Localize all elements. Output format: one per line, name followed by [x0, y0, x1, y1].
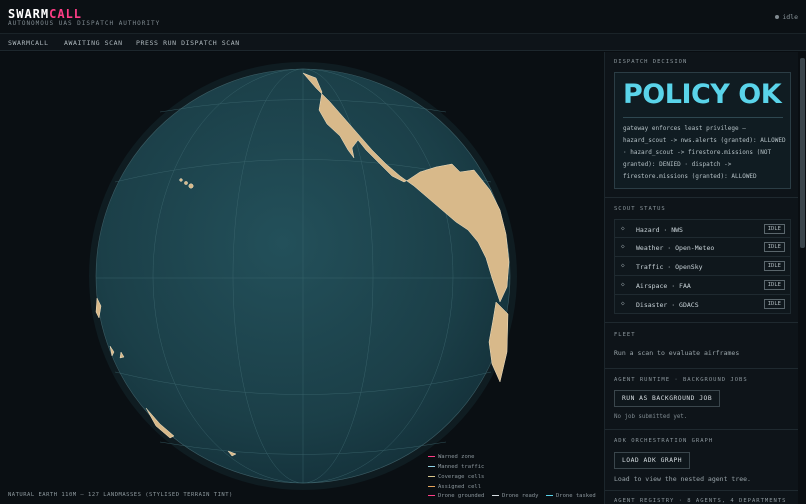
legend-swatch — [428, 455, 435, 458]
legend-manned-traffic: Manned traffic — [428, 464, 484, 470]
scrollbar-thumb[interactable] — [799, 58, 805, 248]
map-caption: NATURAL EARTH 110M — 127 LANDMASSES (STY… — [8, 492, 233, 498]
legend-drone-ready: Drone ready — [492, 493, 538, 499]
logo-call: CALL — [49, 7, 83, 21]
scout-name: Weather · Open-Meteo — [636, 244, 715, 252]
legend-swatch — [492, 494, 499, 497]
app-header: SWARMCALL AUTONOMOUS UAS DISPATCH AUTHOR… — [0, 0, 806, 34]
section-divider — [605, 368, 798, 369]
scout-status-badge: IDLE — [763, 280, 785, 290]
status-bar: SWARMCALL AWAITING SCAN PRESS RUN DISPAT… — [0, 34, 806, 51]
adk-note: Load to view the nested agent tree. — [614, 475, 751, 483]
land-hawaii-1 — [179, 178, 183, 182]
policy-card: POLICY OK gateway enforces least privile… — [614, 72, 791, 189]
scout-name: Hazard · NWS — [636, 226, 683, 234]
diamond-icon: ◇ — [621, 281, 625, 288]
section-divider — [605, 429, 798, 430]
adk-section-title: ADK ORCHESTRATION GRAPH — [614, 438, 714, 444]
status-text: idle — [782, 13, 798, 21]
scout-status-badge: IDLE — [763, 299, 785, 309]
app-logo: SWARMCALL — [8, 7, 82, 21]
diamond-icon: ◇ — [621, 300, 625, 307]
sidebar-scrollbar[interactable] — [798, 52, 806, 504]
policy-divider — [623, 117, 783, 118]
scout-row-airspace[interactable]: ◇ Airspace · FAA IDLE — [614, 276, 791, 295]
legend-swatch — [428, 494, 435, 497]
scout-name: Airspace · FAA — [636, 282, 691, 290]
diamond-icon: ◇ — [621, 262, 625, 269]
legend-coverage-cells: Coverage cells — [428, 474, 484, 480]
section-divider — [605, 197, 798, 198]
legend-swatch — [428, 485, 435, 488]
load-adk-graph-button[interactable]: LOAD ADK GRAPH — [614, 452, 691, 469]
scout-row-hazard[interactable]: ◇ Hazard · NWS IDLE — [614, 219, 791, 238]
scout-list: ◇ Hazard · NWS IDLE ◇ Weather · Open-Met… — [614, 219, 791, 314]
scout-status-badge: IDLE — [763, 242, 785, 252]
run-background-job-button[interactable]: RUN AS BACKGROUND JOB — [614, 390, 721, 407]
legend-swatch — [428, 475, 435, 478]
scout-row-weather[interactable]: ◇ Weather · Open-Meteo IDLE — [614, 238, 791, 257]
status-dot-icon — [775, 15, 780, 19]
scout-section-title: SCOUT STATUS — [614, 206, 666, 212]
legend-swatch — [428, 465, 435, 468]
nav-swarmcall[interactable]: SWARMCALL — [8, 39, 49, 47]
scout-row-disaster[interactable]: ◇ Disaster · GDACS IDLE — [614, 295, 791, 314]
dispatch-section-title: DISPATCH DECISION — [614, 59, 688, 65]
fleet-message: Run a scan to evaluate airframes — [614, 349, 740, 357]
registry-section-title: AGENT REGISTRY · 8 AGENTS, 4 DEPARTMENTS — [614, 498, 787, 504]
globe-map[interactable]: NATURAL EARTH 110M — 127 LANDMASSES (STY… — [0, 52, 604, 504]
scout-status-badge: IDLE — [763, 224, 785, 234]
side-panel[interactable]: DISPATCH DECISION POLICY OK gateway enfo… — [604, 52, 798, 504]
scout-name: Disaster · GDACS — [636, 301, 699, 309]
fleet-section-title: FLEET — [614, 332, 636, 338]
diamond-icon: ◇ — [621, 243, 625, 250]
scout-row-traffic[interactable]: ◇ Traffic · OpenSky IDLE — [614, 257, 791, 276]
land-hawaii-2 — [184, 181, 188, 185]
section-divider — [605, 322, 798, 323]
logo-swarm: SWARM — [8, 7, 50, 21]
policy-verdict: POLICY OK — [623, 79, 782, 110]
runtime-note: No job submitted yet. — [614, 414, 688, 420]
globe-svg[interactable] — [0, 52, 604, 504]
runtime-section-title: AGENT RUNTIME · BACKGROUND JOBS — [614, 377, 748, 383]
legend-swatch — [546, 494, 553, 497]
nav-awaiting-scan: AWAITING SCAN — [64, 39, 123, 47]
app-subtitle: AUTONOMOUS UAS DISPATCH AUTHORITY — [8, 20, 161, 27]
policy-details: gateway enforces least privilege — hazar… — [623, 125, 786, 180]
legend-assigned-cell: Assigned cell — [428, 484, 481, 490]
nav-run-hint: PRESS RUN DISPATCH SCAN — [136, 39, 240, 47]
land-hawaii-3 — [188, 183, 194, 189]
diamond-icon: ◇ — [621, 225, 625, 232]
legend-drone-grounded: Drone grounded — [428, 493, 484, 499]
status-indicator: idle — [775, 13, 798, 21]
section-divider — [605, 490, 798, 491]
scout-status-badge: IDLE — [763, 261, 785, 271]
legend-warned-zone: Warned zone — [428, 454, 474, 460]
legend-drone-tasked: Drone tasked — [546, 493, 596, 499]
scout-name: Traffic · OpenSky — [636, 263, 703, 271]
